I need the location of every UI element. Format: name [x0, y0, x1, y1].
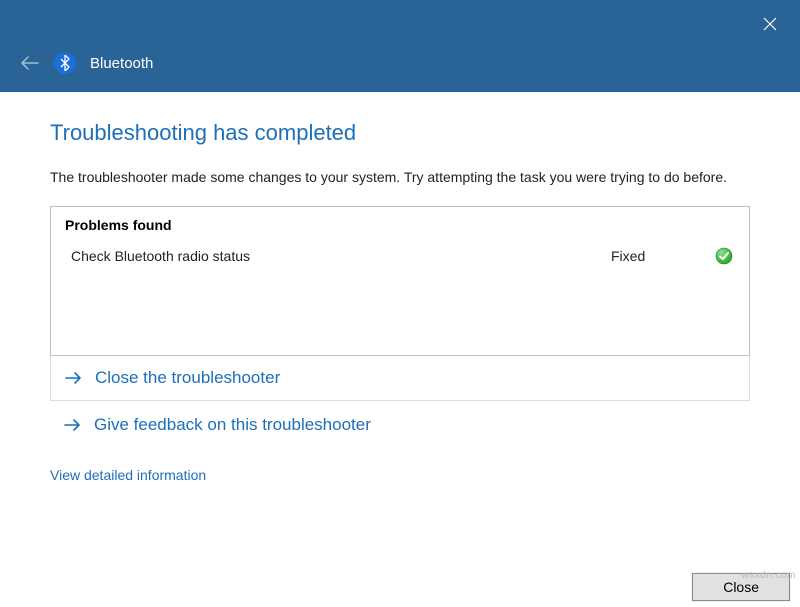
arrow-right-icon: [65, 371, 85, 385]
view-detailed-information-link[interactable]: View detailed information: [50, 467, 206, 483]
back-arrow-icon: [21, 56, 39, 70]
watermark: wsxdn.com: [741, 570, 796, 581]
close-troubleshooter-label: Close the troubleshooter: [95, 368, 280, 388]
back-button[interactable]: [20, 53, 40, 73]
bluetooth-icon: [54, 52, 76, 74]
check-fixed-icon: [715, 247, 733, 265]
problem-status: Fixed: [611, 248, 711, 264]
titlebar: Bluetooth: [0, 0, 800, 92]
problems-header: Problems found: [65, 217, 735, 233]
page-heading: Troubleshooting has completed: [50, 120, 750, 146]
close-troubleshooter-link[interactable]: Close the troubleshooter: [50, 356, 750, 401]
arrow-right-icon: [64, 418, 84, 432]
problem-row[interactable]: Check Bluetooth radio status Fixed: [65, 243, 735, 269]
content-area: Troubleshooting has completed The troubl…: [0, 92, 800, 485]
page-description: The troubleshooter made some changes to …: [50, 168, 750, 188]
give-feedback-label: Give feedback on this troubleshooter: [94, 415, 371, 435]
problem-status-icon-wrap: [711, 247, 733, 265]
window-close-button[interactable]: [758, 12, 782, 36]
close-icon: [763, 17, 777, 31]
problems-found-box: Problems found Check Bluetooth radio sta…: [50, 206, 750, 356]
give-feedback-link[interactable]: Give feedback on this troubleshooter: [50, 401, 750, 447]
header-row: Bluetooth: [20, 52, 153, 74]
header-title: Bluetooth: [90, 55, 153, 72]
problem-name: Check Bluetooth radio status: [67, 248, 611, 264]
